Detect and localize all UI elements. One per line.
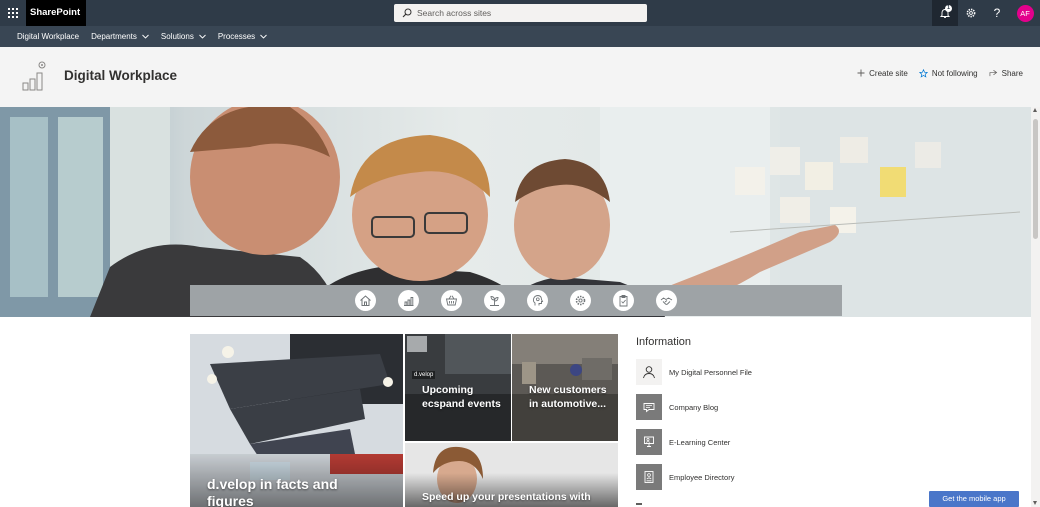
info-link-company-blog[interactable]: Company Blog bbox=[636, 394, 836, 420]
basket-icon bbox=[445, 295, 458, 306]
hub-nav-label: Processes bbox=[217, 32, 256, 41]
quick-links-icon-bar bbox=[190, 285, 842, 316]
sustainability-link-button[interactable] bbox=[484, 290, 505, 311]
info-link-elearning[interactable]: E-Learning Center bbox=[636, 429, 836, 455]
site-title[interactable]: Digital Workplace bbox=[64, 68, 177, 83]
news-tile-title: Upcoming ecspand events bbox=[422, 384, 501, 410]
page-scrollbar[interactable] bbox=[1031, 107, 1040, 507]
news-tile-title: Speed up your presentations with bbox=[422, 491, 591, 503]
scroll-up-arrow-icon[interactable] bbox=[1033, 108, 1037, 112]
handshake-icon bbox=[660, 297, 673, 305]
get-mobile-app-button[interactable]: Get the mobile app bbox=[929, 491, 1019, 507]
search-placeholder: Search across sites bbox=[417, 8, 492, 18]
hub-navigation: Digital Workplace Departments Solutions … bbox=[0, 26, 1040, 47]
hub-nav-solutions[interactable]: Solutions bbox=[161, 32, 206, 41]
person-icon bbox=[636, 359, 662, 385]
news-tile-title: New customers in automotive... bbox=[529, 384, 607, 410]
dvelop-tag: d.velop bbox=[412, 371, 436, 379]
suite-bar-right: 1 ? AF bbox=[932, 0, 1040, 26]
chevron-down-icon bbox=[260, 34, 268, 39]
news-tile-title: d.velop in facts and figures bbox=[207, 476, 338, 507]
information-heading: Information bbox=[636, 336, 692, 348]
info-link-personnel-file[interactable]: My Digital Personnel File bbox=[636, 359, 836, 385]
chevron-down-icon bbox=[199, 34, 206, 39]
waffle-icon bbox=[8, 8, 18, 18]
ideas-link-button[interactable] bbox=[527, 290, 548, 311]
notification-count-badge: 1 bbox=[945, 5, 952, 12]
hub-nav-label: Departments bbox=[91, 32, 137, 41]
hub-nav-label: Digital Workplace bbox=[17, 32, 80, 41]
app-launcher-button[interactable] bbox=[0, 0, 26, 26]
hub-nav-home-link[interactable]: Digital Workplace bbox=[17, 32, 79, 41]
share-label: Share bbox=[1001, 68, 1023, 78]
gear-icon bbox=[575, 295, 586, 306]
chevron-down-icon bbox=[142, 34, 149, 39]
search-icon bbox=[402, 8, 412, 18]
hub-nav-label: Solutions bbox=[160, 32, 194, 41]
help-button[interactable]: ? bbox=[984, 0, 1010, 26]
clipboard-icon bbox=[619, 295, 628, 307]
info-link-employee-directory[interactable]: Employee Directory bbox=[636, 464, 836, 490]
star-icon bbox=[918, 68, 928, 78]
news-tile-facts-figures[interactable]: d.velop in facts and figures bbox=[190, 334, 403, 507]
news-tile-customers[interactable]: New customers in automotive... bbox=[512, 334, 618, 441]
follow-label: Not following bbox=[931, 68, 978, 78]
reports-link-button[interactable] bbox=[398, 290, 419, 311]
blog-icon bbox=[636, 394, 662, 420]
notifications-button[interactable]: 1 bbox=[932, 0, 958, 26]
sharepoint-brand-link[interactable]: SharePoint bbox=[26, 0, 87, 26]
help-icon: ? bbox=[993, 6, 1001, 20]
info-link-label: Employee Directory bbox=[669, 472, 735, 482]
account-manager-button[interactable]: AF bbox=[1010, 0, 1040, 26]
info-link-label: My Digital Personnel File bbox=[669, 367, 752, 377]
search-box[interactable]: Search across sites bbox=[394, 4, 647, 22]
info-link-label: Company Blog bbox=[669, 402, 719, 412]
partners-link-button[interactable] bbox=[656, 290, 677, 311]
plant-icon bbox=[490, 296, 499, 306]
info-link-label: E-Learning Center bbox=[669, 437, 731, 447]
sharepoint-page: SharePoint Search across sites 1 ? AF Di… bbox=[0, 0, 1040, 507]
plus-icon bbox=[857, 69, 865, 77]
head-icon bbox=[532, 295, 544, 306]
settings-link-button[interactable] bbox=[570, 290, 591, 311]
settings-button[interactable] bbox=[958, 0, 984, 26]
shop-link-button[interactable] bbox=[441, 290, 462, 311]
site-header: Digital Workplace Create site Not follow… bbox=[0, 47, 1040, 107]
tasks-link-button[interactable] bbox=[613, 290, 634, 311]
site-logo-icon[interactable] bbox=[22, 61, 48, 91]
avatar: AF bbox=[1016, 4, 1034, 22]
chart-icon bbox=[404, 297, 414, 306]
create-site-label: Create site bbox=[869, 68, 908, 78]
elearning-icon bbox=[636, 429, 662, 455]
next-section-heading-fragment bbox=[636, 503, 642, 505]
hub-nav-processes[interactable]: Processes bbox=[217, 32, 268, 41]
site-actions: Create site Not following Share bbox=[846, 47, 1023, 99]
news-tile-events[interactable]: d.velop Upcoming ecspand events bbox=[405, 334, 511, 441]
create-site-button[interactable]: Create site bbox=[857, 69, 908, 78]
directory-icon bbox=[636, 464, 662, 490]
suite-bar: SharePoint Search across sites 1 ? AF bbox=[0, 0, 1040, 26]
home-icon bbox=[360, 295, 371, 306]
home-link-button[interactable] bbox=[355, 290, 376, 311]
scroll-thumb[interactable] bbox=[1033, 119, 1038, 239]
share-icon bbox=[989, 70, 997, 77]
gear-icon bbox=[966, 8, 976, 18]
scroll-down-arrow-icon[interactable] bbox=[1033, 501, 1037, 505]
hub-nav-departments[interactable]: Departments bbox=[91, 32, 149, 41]
share-button[interactable]: Share bbox=[989, 69, 1023, 78]
follow-button[interactable]: Not following bbox=[918, 68, 978, 78]
news-tile-presentations[interactable]: Speed up your presentations with bbox=[405, 443, 618, 507]
